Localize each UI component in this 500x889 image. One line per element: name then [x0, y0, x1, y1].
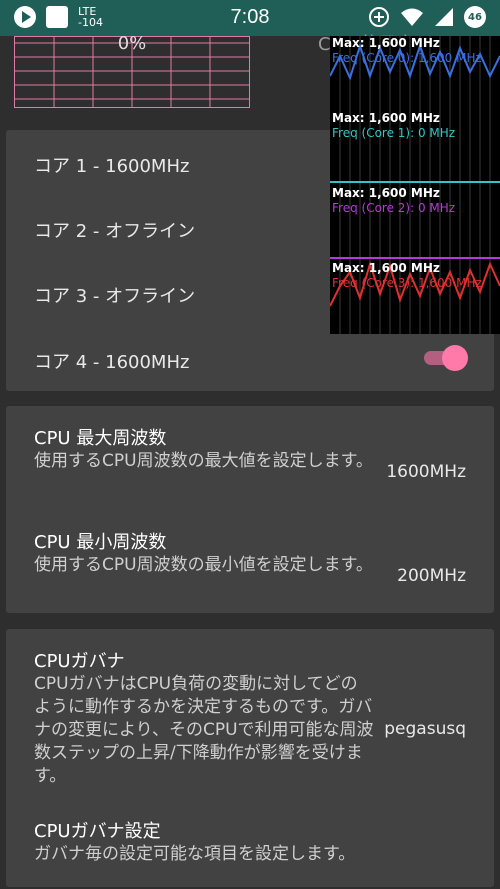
- core-4-label: コア 4 - 1600MHz: [34, 352, 190, 373]
- max-frequency-value: 1600MHz: [386, 462, 466, 482]
- frequency-card: CPU 最大周波数 使用するCPU周波数の最大値を設定します。 1600MHz …: [6, 406, 494, 613]
- cpu-frequency-overlay[interactable]: Max: 1,600 MHz Freq (Core 0): 1,600 MHz …: [330, 36, 500, 334]
- governor-card: CPUガバナ CPUガバナはCPU負荷の変動に対してどのように動作するかを決定す…: [6, 629, 494, 887]
- data-saver-icon: [369, 7, 389, 27]
- governor-setting[interactable]: CPUガバナ CPUガバナはCPU負荷の変動に対してどのように動作するかを決定す…: [6, 629, 494, 799]
- cell-signal-icon: [435, 8, 453, 26]
- core-0-max: Max: 1,600 MHz: [332, 36, 440, 50]
- min-frequency-title: CPU 最小周波数: [34, 532, 167, 553]
- min-frequency-value: 200MHz: [397, 566, 466, 586]
- governor-description: CPUガバナはCPU負荷の変動に対してどのように動作するかを決定するものです。ガ…: [34, 674, 374, 786]
- core-2-max: Max: 1,600 MHz: [332, 186, 440, 200]
- max-frequency-description: 使用するCPU周波数の最大値を設定します。: [34, 451, 373, 471]
- max-frequency-setting[interactable]: CPU 最大周波数 使用するCPU周波数の最大値を設定します。 1600MHz: [6, 406, 494, 510]
- core-2-freq: Freq (Core 2): 0 MHz: [332, 201, 456, 215]
- core-1-label: コア 1 - 1600MHz: [34, 156, 190, 177]
- core-3-label: コア 3 - オフライン: [34, 286, 196, 307]
- min-frequency-setting[interactable]: CPU 最小周波数 使用するCPU周波数の最小値を設定します。 200MHz: [6, 510, 494, 613]
- governor-title: CPUガバナ: [34, 651, 125, 672]
- governor-value: pegasusq: [384, 719, 466, 739]
- cpu-usage-graph: 0%: [14, 33, 250, 108]
- governor-tunables-setting[interactable]: CPUガバナ設定 ガバナ毎の設定可能な項目を設定します。: [6, 805, 494, 887]
- core-4-toggle[interactable]: [422, 344, 468, 372]
- core-1-max: Max: 1,600 MHz: [332, 111, 440, 125]
- core-3-freq: Freq (Core 3): 1,600 MHz: [332, 276, 482, 290]
- core-1-freq: Freq (Core 1): 0 MHz: [332, 126, 456, 140]
- status-bar: LTE -104 7:08 46: [0, 0, 500, 36]
- cpu-usage-percent: 0%: [117, 33, 147, 54]
- battery-icon: 46: [464, 6, 486, 28]
- governor-tunables-title: CPUガバナ設定: [34, 821, 161, 842]
- governor-tunables-description: ガバナ毎の設定可能な項目を設定します。: [34, 844, 356, 864]
- wifi-icon: [401, 8, 423, 26]
- min-frequency-description: 使用するCPU周波数の最小値を設定します。: [34, 555, 373, 575]
- core-2-label: コア 2 - オフライン: [34, 221, 196, 242]
- max-frequency-title: CPU 最大周波数: [34, 428, 167, 449]
- core-0-freq: Freq (Core 0): 1,600 MHz: [332, 51, 482, 65]
- core-3-max: Max: 1,600 MHz: [332, 261, 440, 275]
